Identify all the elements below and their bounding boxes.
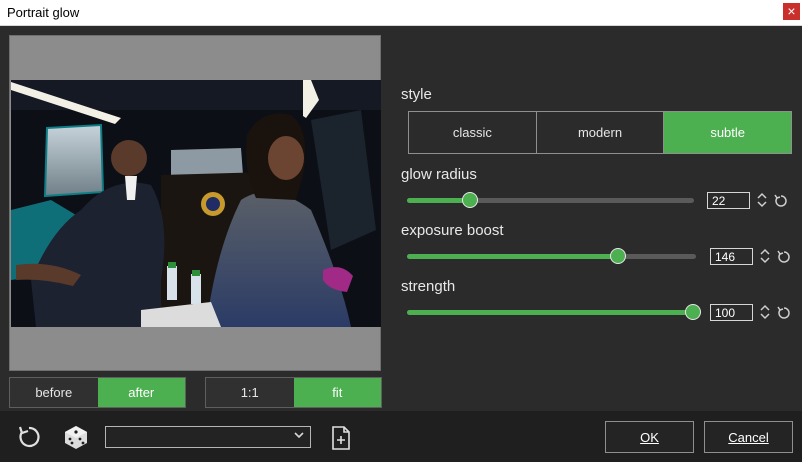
strength-reset[interactable]	[777, 306, 791, 320]
slider-fill	[407, 254, 618, 259]
slider-thumb[interactable]	[610, 248, 626, 264]
cancel-label: Cancel	[728, 429, 769, 445]
before-after-toggle: before after	[9, 377, 186, 408]
zoom-1-1-button[interactable]: 1:1	[206, 378, 294, 407]
spin-icon[interactable]	[760, 303, 770, 321]
strength-slider[interactable]	[407, 304, 701, 320]
exposure-boost-label: exposure boost	[401, 222, 504, 239]
style-classic[interactable]: classic	[409, 112, 537, 153]
close-button[interactable]: ×	[783, 3, 800, 20]
spin-icon[interactable]	[757, 191, 767, 209]
style-selector: classic modern subtle	[408, 111, 792, 154]
style-label: style	[401, 86, 432, 103]
exposure-boost-input[interactable]: 146	[710, 248, 753, 265]
preview-image	[11, 80, 381, 327]
cancel-button[interactable]: Cancel	[704, 421, 793, 453]
close-icon[interactable]: ×	[787, 3, 795, 19]
slider-fill	[407, 310, 693, 315]
spin-icon[interactable]	[760, 247, 770, 265]
strength-label: strength	[401, 278, 456, 295]
ok-label: OK	[640, 429, 659, 445]
exposure-boost-spinner[interactable]	[760, 247, 770, 265]
strength-spinner[interactable]	[760, 303, 770, 321]
glow-radius-spinner[interactable]	[757, 191, 767, 209]
zoom-toggle: 1:1 fit	[205, 377, 382, 408]
reset-icon[interactable]	[16, 424, 42, 450]
preview-frame	[9, 35, 381, 371]
title-bar: Portrait glow ×	[0, 0, 802, 26]
reset-all-button[interactable]	[16, 424, 42, 455]
zoom-fit-button[interactable]: fit	[293, 378, 381, 407]
chevron-down-icon[interactable]	[293, 429, 305, 444]
slider-thumb[interactable]	[685, 304, 701, 320]
exposure-boost-reset[interactable]	[777, 250, 791, 264]
new-preset-icon[interactable]	[331, 426, 351, 450]
dice-icon[interactable]	[63, 424, 89, 450]
slider-thumb[interactable]	[462, 192, 478, 208]
preset-dropdown[interactable]	[105, 426, 311, 448]
slider-fill	[407, 198, 470, 203]
window-title: Portrait glow	[7, 5, 80, 20]
ok-button[interactable]: OK	[605, 421, 694, 453]
exposure-boost-slider[interactable]	[407, 248, 696, 264]
style-subtle[interactable]: subtle	[664, 112, 792, 153]
reset-icon[interactable]	[777, 306, 791, 320]
randomize-button[interactable]	[63, 424, 89, 455]
strength-input[interactable]: 100	[710, 304, 753, 321]
glow-radius-reset[interactable]	[774, 194, 788, 208]
glow-radius-input[interactable]: 22	[707, 192, 750, 209]
glow-radius-slider[interactable]	[407, 192, 694, 208]
reset-icon[interactable]	[774, 194, 788, 208]
new-preset-button[interactable]	[331, 426, 351, 455]
after-button[interactable]: after	[97, 378, 185, 407]
reset-icon[interactable]	[777, 250, 791, 264]
style-modern[interactable]: modern	[536, 112, 665, 153]
before-button[interactable]: before	[10, 378, 98, 407]
glow-radius-label: glow radius	[401, 166, 477, 183]
